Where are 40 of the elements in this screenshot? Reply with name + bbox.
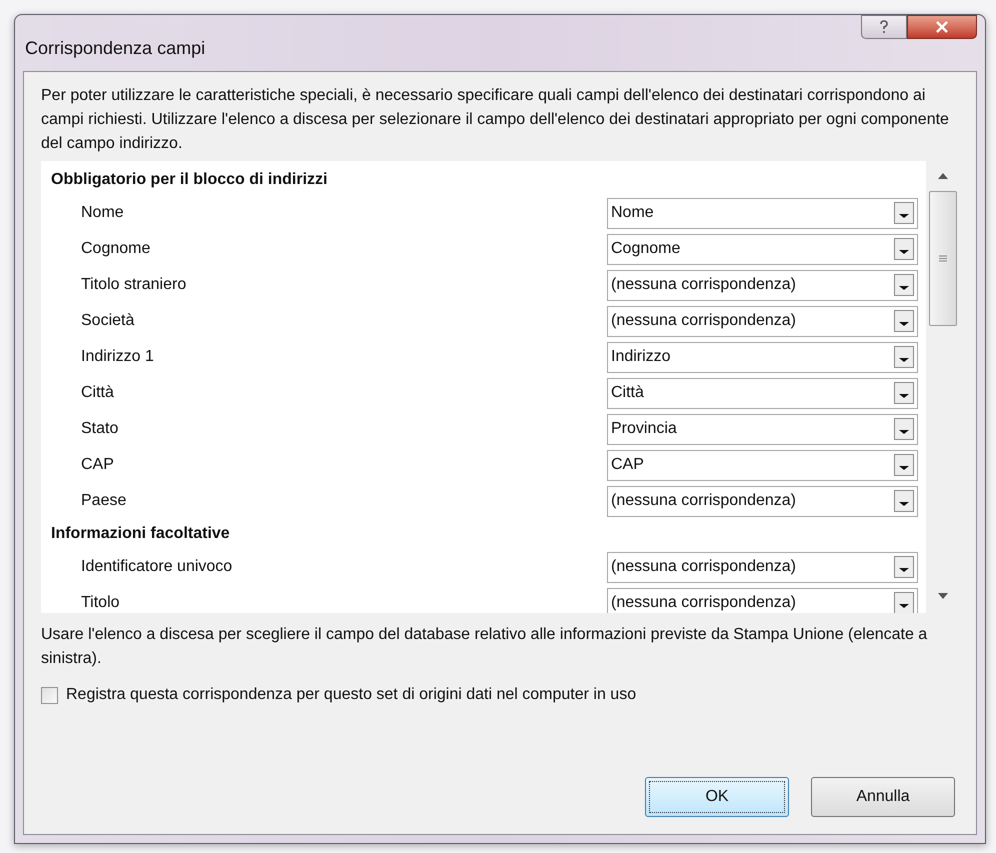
section-heading: Informazioni facoltative (51, 524, 231, 544)
help-icon (879, 20, 889, 34)
intro-text: Per poter utilizzare le caratteristiche speciali, è necessario specificare quali campi dell'elenco dei destinatari corrispondono ai campi richiesti. Utilizzare l'elenco a discesa per selezionare il campo dell'elenco dei destinatari appropriato per ogni componente del campo indirizzo. (41, 86, 950, 154)
field-label: Nome (81, 203, 124, 223)
field-dropdown[interactable]: Nome (607, 198, 918, 228)
field-dropdown[interactable]: Città (607, 378, 918, 408)
scroll-up-icon (938, 173, 948, 179)
field-label: Paese (81, 491, 126, 511)
field-dropdown[interactable]: (nessuna corrispondenza) (607, 552, 918, 582)
close-button[interactable] (907, 15, 977, 39)
help-button[interactable] (861, 15, 907, 39)
field-label: Indirizzo 1 (81, 347, 154, 367)
dialog-button[interactable]: OK (645, 777, 789, 817)
hint-text: Usare l'elenco a discesa per scegliere il campo del database relativo alle informazioni previste da Stampa Unione (elencate a sinistra). (41, 625, 928, 669)
field-dropdown[interactable]: Cognome (607, 234, 918, 264)
section-heading: Obbligatorio per il blocco di indirizzi (51, 170, 328, 190)
scroll-down-icon (938, 593, 948, 599)
field-dropdown[interactable]: Provincia (607, 414, 918, 444)
field-label: Titolo straniero (81, 275, 186, 295)
field-dropdown[interactable]: Indirizzo (607, 342, 918, 372)
dropdown-arrow-icon (894, 592, 914, 613)
scroll-thumb[interactable] (928, 191, 956, 326)
field-label: CAP (81, 455, 114, 475)
grip-icon (938, 255, 946, 262)
field-dropdown[interactable]: CAP (607, 450, 918, 480)
field-label: Titolo (81, 593, 120, 613)
window-title: Corrispondenza campi (25, 37, 206, 60)
checkbox[interactable] (41, 686, 58, 704)
checkbox-label[interactable]: Registra questa corrispondenza per questo set di origini dati nel computer in uso (66, 683, 636, 707)
dialog-button[interactable]: Annulla (811, 777, 955, 817)
field-label: Città (81, 383, 114, 403)
field-dropdown[interactable]: (nessuna corrispondenza) (607, 306, 918, 336)
field-label: Identificatore univoco (81, 557, 232, 577)
field-dropdown[interactable]: (nessuna corrispondenza) (607, 486, 918, 516)
field-label: Cognome (81, 239, 150, 259)
field-dropdown[interactable]: (nessuna corrispondenza) (607, 588, 918, 613)
field-label: Stato (81, 419, 118, 439)
close-icon (935, 21, 949, 33)
field-dropdown[interactable]: (nessuna corrispondenza) (607, 270, 918, 300)
field-label: Società (81, 311, 134, 331)
